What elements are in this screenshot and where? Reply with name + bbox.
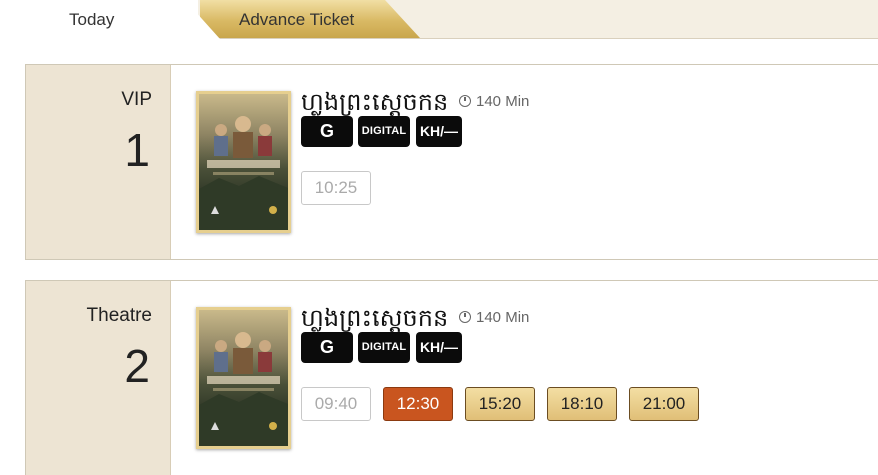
rating-badge: G (301, 116, 353, 147)
poster-artwork (199, 332, 288, 446)
movie-poster[interactable] (196, 307, 291, 449)
clock-icon (459, 95, 471, 107)
poster-artwork (199, 116, 288, 230)
hall-label-panel: Theatre 2 (26, 281, 171, 475)
hall-number: 1 (124, 124, 150, 176)
showtime-button[interactable]: 09:40 (301, 387, 371, 421)
showtimes-page: Advance Ticket Today VIP 1 ហ្លួងព្រះស្ដេ… (0, 0, 878, 475)
showtime-button[interactable]: 18:10 (547, 387, 617, 421)
tab-advance-ticket-label: Advance Ticket (239, 10, 355, 29)
tab-bar: Advance Ticket Today (0, 0, 878, 39)
language-badge: KH/— (416, 332, 462, 363)
showtime-button[interactable]: 15:20 (465, 387, 535, 421)
duration-text: 140 Min (476, 93, 530, 110)
tab-today[interactable]: Today (0, 0, 220, 39)
hall-number: 2 (124, 340, 150, 392)
showtime-button[interactable]: 10:25 (301, 171, 371, 205)
language-badge: KH/— (416, 116, 462, 147)
movie-duration: 140 Min (459, 93, 529, 110)
clock-icon (459, 311, 471, 323)
movie-duration: 140 Min (459, 309, 529, 326)
hall-card-vip-1: VIP 1 ហ្លួងព្រះស្ដេចកន 140 Min G DIGITAL (25, 64, 878, 260)
movie-poster[interactable] (196, 91, 291, 233)
format-badge: DIGITAL (358, 332, 410, 363)
tab-today-label: Today (69, 10, 115, 29)
hall-label-panel: VIP 1 (26, 65, 171, 259)
showtime-button[interactable]: 21:00 (629, 387, 699, 421)
hall-card-theatre-2: Theatre 2 ហ្លួងព្រះស្ដេចកន 140 Min G DIG… (25, 280, 878, 475)
duration-text: 140 Min (476, 309, 530, 326)
hall-type: VIP (121, 89, 152, 110)
tab-advance-ticket[interactable]: Advance Ticket (200, 0, 420, 38)
format-badge: DIGITAL (358, 116, 410, 147)
showtime-button-selected[interactable]: 12:30 (383, 387, 453, 421)
rating-badge: G (301, 332, 353, 363)
hall-type: Theatre (86, 305, 152, 326)
